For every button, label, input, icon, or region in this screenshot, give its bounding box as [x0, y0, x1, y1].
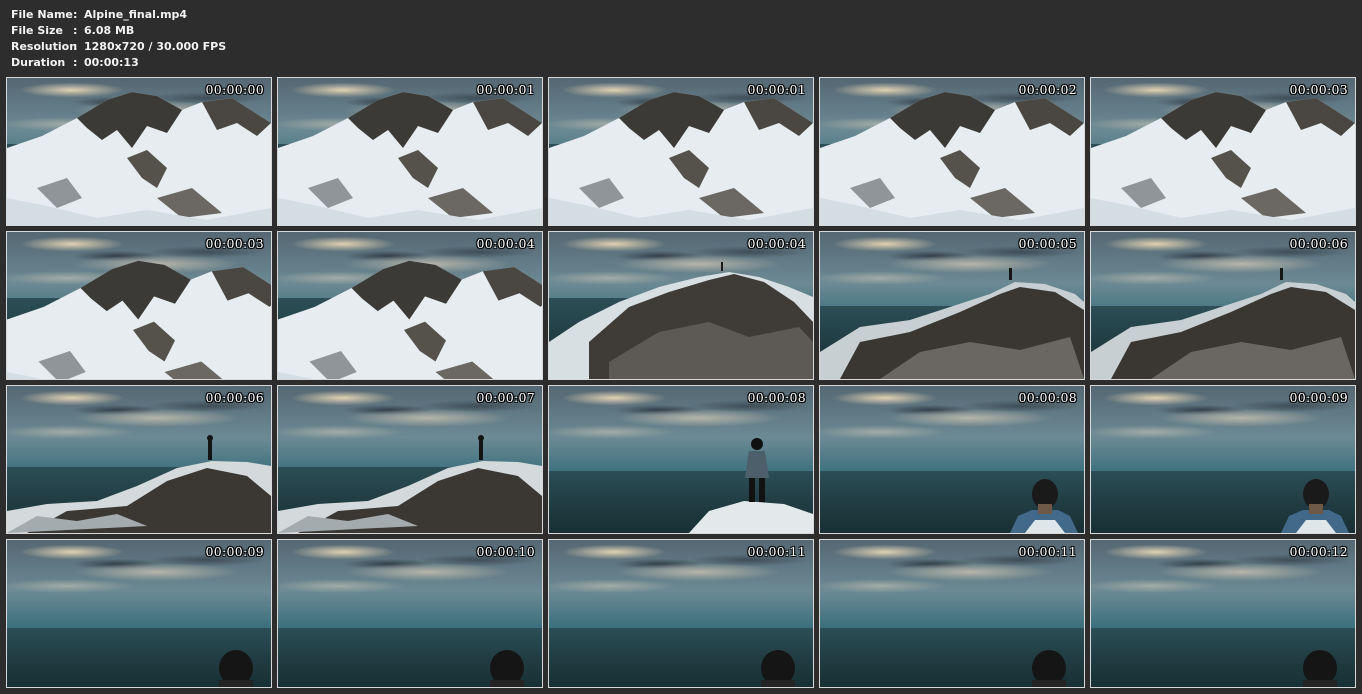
frame-timestamp: 00:00:06 [1289, 236, 1348, 251]
frame-timestamp: 00:00:08 [747, 390, 806, 405]
frame-timestamp: 00:00:01 [747, 82, 806, 97]
frame-timestamp: 00:00:06 [205, 390, 264, 405]
file-info-value: 1280x720 / 30.000 FPS [84, 40, 227, 53]
frame-timestamp: 00:00:05 [1018, 236, 1077, 251]
file-info-key: Duration [11, 56, 66, 69]
frame-timestamp: 00:00:03 [1289, 82, 1348, 97]
frame-timestamp: 00:00:07 [476, 390, 535, 405]
file-info-separator: : [73, 24, 78, 37]
thumbnail-frame[interactable]: 00:00:00 [6, 77, 272, 226]
thumbnail-frame[interactable]: 00:00:03 [6, 231, 272, 380]
file-info-row: Resolution:1280x720 / 30.000 FPS [11, 39, 226, 55]
file-info-value: 00:00:13 [84, 56, 139, 69]
thumbnail-frame[interactable]: 00:00:02 [819, 77, 1085, 226]
thumbnail-frame[interactable]: 00:00:11 [819, 539, 1085, 688]
thumbnail-frame[interactable]: 00:00:10 [277, 539, 543, 688]
thumbnail-frame[interactable]: 00:00:01 [548, 77, 814, 226]
frame-timestamp: 00:00:01 [476, 82, 535, 97]
file-info-key: Resolution [11, 40, 78, 53]
frame-timestamp: 00:00:10 [476, 544, 535, 559]
thumbnail-frame[interactable]: 00:00:09 [6, 539, 272, 688]
frame-timestamp: 00:00:00 [205, 82, 264, 97]
frame-timestamp: 00:00:12 [1289, 544, 1348, 559]
file-info-row: File Size:6.08 MB [11, 23, 226, 39]
thumbnail-frame[interactable]: 00:00:12 [1090, 539, 1356, 688]
thumbnail-frame[interactable]: 00:00:06 [1090, 231, 1356, 380]
thumbnail-frame[interactable]: 00:00:05 [819, 231, 1085, 380]
file-info-separator: : [73, 40, 78, 53]
file-info-value: Alpine_final.mp4 [84, 8, 188, 21]
file-info-value: 6.08 MB [84, 24, 135, 37]
thumbnail-frame[interactable]: 00:00:01 [277, 77, 543, 226]
thumbnail-frame[interactable]: 00:00:06 [6, 385, 272, 534]
frame-timestamp: 00:00:04 [747, 236, 806, 251]
thumbnail-frame[interactable]: 00:00:09 [1090, 385, 1356, 534]
frame-timestamp: 00:00:11 [1018, 544, 1077, 559]
frame-timestamp: 00:00:09 [1289, 390, 1348, 405]
frame-timestamp: 00:00:08 [1018, 390, 1077, 405]
thumbnail-frame[interactable]: 00:00:08 [548, 385, 814, 534]
file-info-row: File Name: Alpine_final.mp4 [11, 7, 226, 23]
thumbnail-frame[interactable]: 00:00:04 [277, 231, 543, 380]
frame-timestamp: 00:00:03 [205, 236, 264, 251]
thumbnail-frame[interactable]: 00:00:08 [819, 385, 1085, 534]
frame-timestamp: 00:00:09 [205, 544, 264, 559]
file-info-key: File Name [11, 8, 73, 21]
thumbnail-frame[interactable]: 00:00:04 [548, 231, 814, 380]
frame-timestamp: 00:00:02 [1018, 82, 1077, 97]
thumbnail-frame[interactable]: 00:00:07 [277, 385, 543, 534]
file-info-row: Duration:00:00:13 [11, 55, 226, 71]
frame-timestamp: 00:00:04 [476, 236, 535, 251]
contact-sheet: File Name: Alpine_final.mp4 File Size:6.08… [0, 0, 1362, 694]
file-info-separator: : [73, 56, 78, 69]
thumbnail-frame[interactable]: 00:00:11 [548, 539, 814, 688]
file-info-key: File Size [11, 24, 63, 37]
file-info-panel: File Name: Alpine_final.mp4 File Size:6.08… [11, 7, 226, 71]
file-info-separator: : [73, 8, 78, 21]
thumbnail-grid: 00:00:00 00:00:01 00:00:01 00:00:02 00:0… [6, 77, 1356, 688]
thumbnail-frame[interactable]: 00:00:03 [1090, 77, 1356, 226]
frame-timestamp: 00:00:11 [747, 544, 806, 559]
